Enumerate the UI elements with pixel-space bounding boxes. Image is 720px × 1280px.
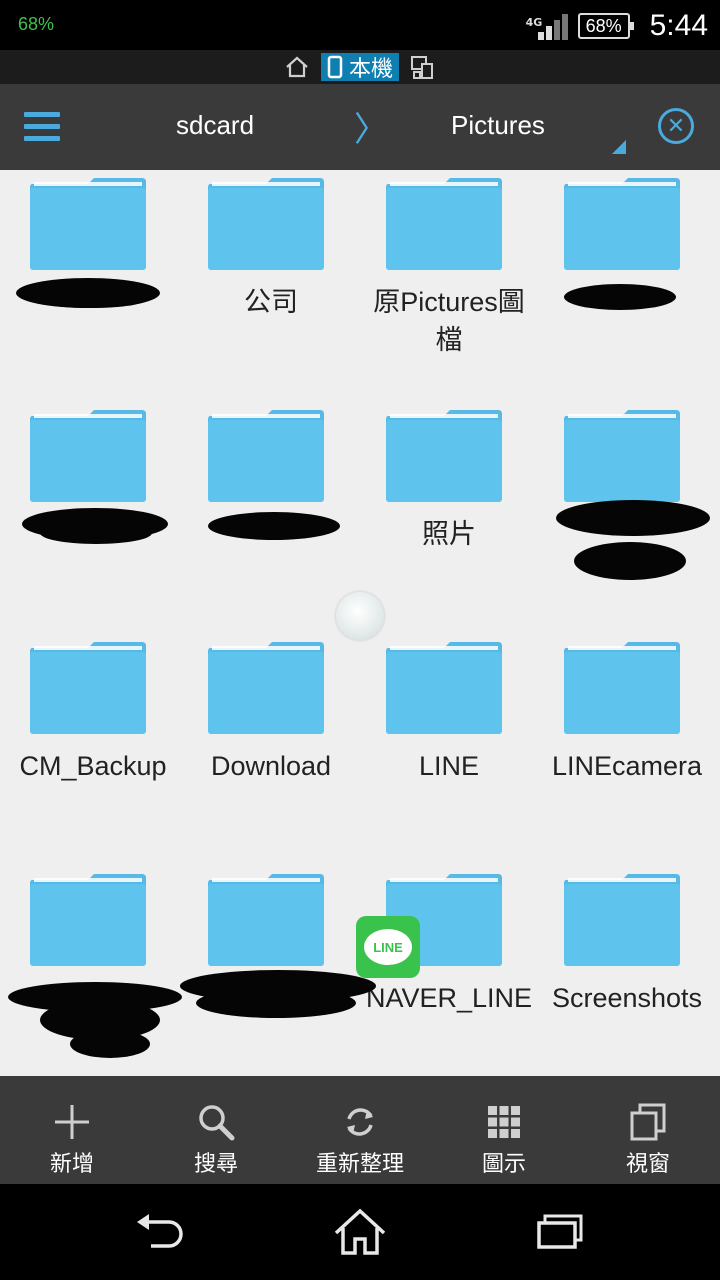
refresh-icon bbox=[340, 1102, 380, 1142]
plus-icon bbox=[52, 1102, 92, 1142]
folder-icon bbox=[562, 870, 682, 970]
redaction-mark bbox=[70, 1030, 150, 1058]
folder-name: 照片 bbox=[422, 519, 476, 549]
bottom-action-bar: 新增 搜尋 重新整理 圖示 視窗 bbox=[0, 1076, 720, 1184]
home-icon bbox=[286, 56, 308, 78]
folder-item[interactable]: CM_Backup bbox=[4, 638, 182, 870]
folder-name: 公司 bbox=[244, 287, 298, 317]
home-window-button[interactable] bbox=[283, 53, 311, 81]
refresh-button-label: 重新整理 bbox=[315, 1152, 404, 1177]
folder-grid: 公司 原Pictures圖檔 照片 CM_Backup Download LINE LINE… bbox=[0, 170, 720, 1076]
folder-icon bbox=[384, 638, 504, 738]
redaction-mark bbox=[32, 288, 150, 308]
folder-icon bbox=[206, 406, 326, 506]
dropdown-triangle-icon[interactable] bbox=[612, 140, 626, 154]
redaction-mark bbox=[556, 500, 710, 536]
phone-icon bbox=[327, 55, 343, 79]
folder-icon bbox=[384, 174, 504, 274]
signal-icon: 4G bbox=[526, 12, 568, 40]
folder-item[interactable]: Download bbox=[182, 638, 360, 870]
search-icon bbox=[196, 1102, 236, 1142]
folder-icon bbox=[562, 638, 682, 738]
line-badge-label: LINE bbox=[364, 929, 412, 965]
folder-item[interactable]: LINEcamera bbox=[538, 638, 716, 870]
folder-icon bbox=[206, 638, 326, 738]
folder-name: LINEcamera bbox=[551, 751, 703, 781]
folder-item[interactable]: Screenshots bbox=[538, 870, 716, 1076]
close-path-button[interactable]: ✕ bbox=[658, 108, 694, 144]
battery-percent-left: 68% bbox=[18, 14, 55, 34]
folder-name: LINE bbox=[418, 751, 480, 781]
refresh-button[interactable]: 重新整理 bbox=[288, 1076, 432, 1184]
folder-icon bbox=[206, 174, 326, 274]
folder-item[interactable]: 照片 bbox=[360, 406, 538, 638]
system-nav-bar bbox=[0, 1184, 720, 1280]
breadcrumb-separator: 〉 bbox=[354, 110, 388, 150]
redaction-mark bbox=[564, 284, 676, 310]
folder-icon bbox=[206, 870, 326, 970]
folder-icon bbox=[28, 638, 148, 738]
windows-button[interactable]: 視窗 bbox=[576, 1076, 720, 1184]
windows-icon bbox=[628, 1102, 668, 1142]
back-icon bbox=[137, 1214, 183, 1248]
folder-item[interactable]: LINE bbox=[360, 638, 538, 870]
network-window-button[interactable] bbox=[409, 53, 437, 81]
home-icon bbox=[334, 1208, 386, 1255]
folder-name: NAVER_LINE bbox=[365, 983, 533, 1013]
folder-item[interactable]: LINE NAVER_LINE bbox=[356, 870, 538, 1076]
folder-name: CM_Backup bbox=[19, 751, 167, 781]
folder-icon bbox=[562, 406, 682, 506]
recent-apps-icon bbox=[537, 1214, 583, 1249]
status-icons: 4G 68% 5:44 bbox=[526, 4, 708, 48]
tab-local-device[interactable]: 本機 bbox=[320, 53, 399, 82]
grid-view-icon bbox=[484, 1102, 524, 1142]
back-button[interactable] bbox=[130, 1204, 190, 1260]
battery-percent: 68% bbox=[585, 16, 622, 36]
path-toolbar: sdcard 〉 Pictures bbox=[0, 84, 720, 170]
grid-view-button-label: 圖示 bbox=[481, 1152, 526, 1177]
add-button[interactable]: 新增 bbox=[0, 1076, 144, 1184]
redaction-mark bbox=[208, 512, 340, 540]
home-button[interactable] bbox=[330, 1204, 390, 1260]
status-bar: 68% 4G 68% 5:44 bbox=[0, 0, 720, 50]
folder-item[interactable]: 原Pictures圖檔 bbox=[360, 174, 538, 406]
folder-name: Download bbox=[210, 751, 332, 781]
redaction-mark bbox=[40, 522, 152, 544]
line-app-badge-icon: LINE bbox=[356, 916, 420, 978]
breadcrumb-sdcard[interactable]: sdcard bbox=[176, 110, 254, 141]
redaction-mark bbox=[574, 542, 686, 580]
devices-icon bbox=[411, 56, 433, 79]
search-button-label: 搜尋 bbox=[193, 1152, 238, 1177]
recent-apps-button[interactable] bbox=[530, 1204, 590, 1260]
menu-icon[interactable] bbox=[24, 112, 60, 142]
redaction-mark bbox=[196, 988, 356, 1018]
battery-icon: 68% bbox=[577, 13, 634, 39]
close-icon: ✕ bbox=[666, 113, 686, 139]
breadcrumb-pictures[interactable]: Pictures bbox=[451, 110, 545, 141]
network-type-label: 4G bbox=[525, 16, 543, 29]
tab-local-device-label: 本機 bbox=[348, 57, 393, 82]
clock: 5:44 bbox=[649, 9, 708, 42]
folder-name: 原Pictures圖檔 bbox=[373, 287, 525, 355]
add-button-label: 新增 bbox=[49, 1152, 94, 1177]
folder-icon bbox=[384, 406, 504, 506]
folder-name: Screenshots bbox=[551, 983, 703, 1013]
grid-view-button[interactable]: 圖示 bbox=[432, 1076, 576, 1184]
folder-icon bbox=[28, 174, 148, 274]
scroll-handle[interactable] bbox=[336, 592, 384, 640]
windows-button-label: 視窗 bbox=[625, 1152, 670, 1177]
folder-icon bbox=[562, 174, 682, 274]
folder-icon bbox=[28, 870, 148, 970]
search-button[interactable]: 搜尋 bbox=[144, 1076, 288, 1184]
window-bar: 本機 bbox=[0, 50, 720, 84]
folder-icon bbox=[28, 406, 148, 506]
folder-item[interactable]: 公司 bbox=[182, 174, 360, 406]
